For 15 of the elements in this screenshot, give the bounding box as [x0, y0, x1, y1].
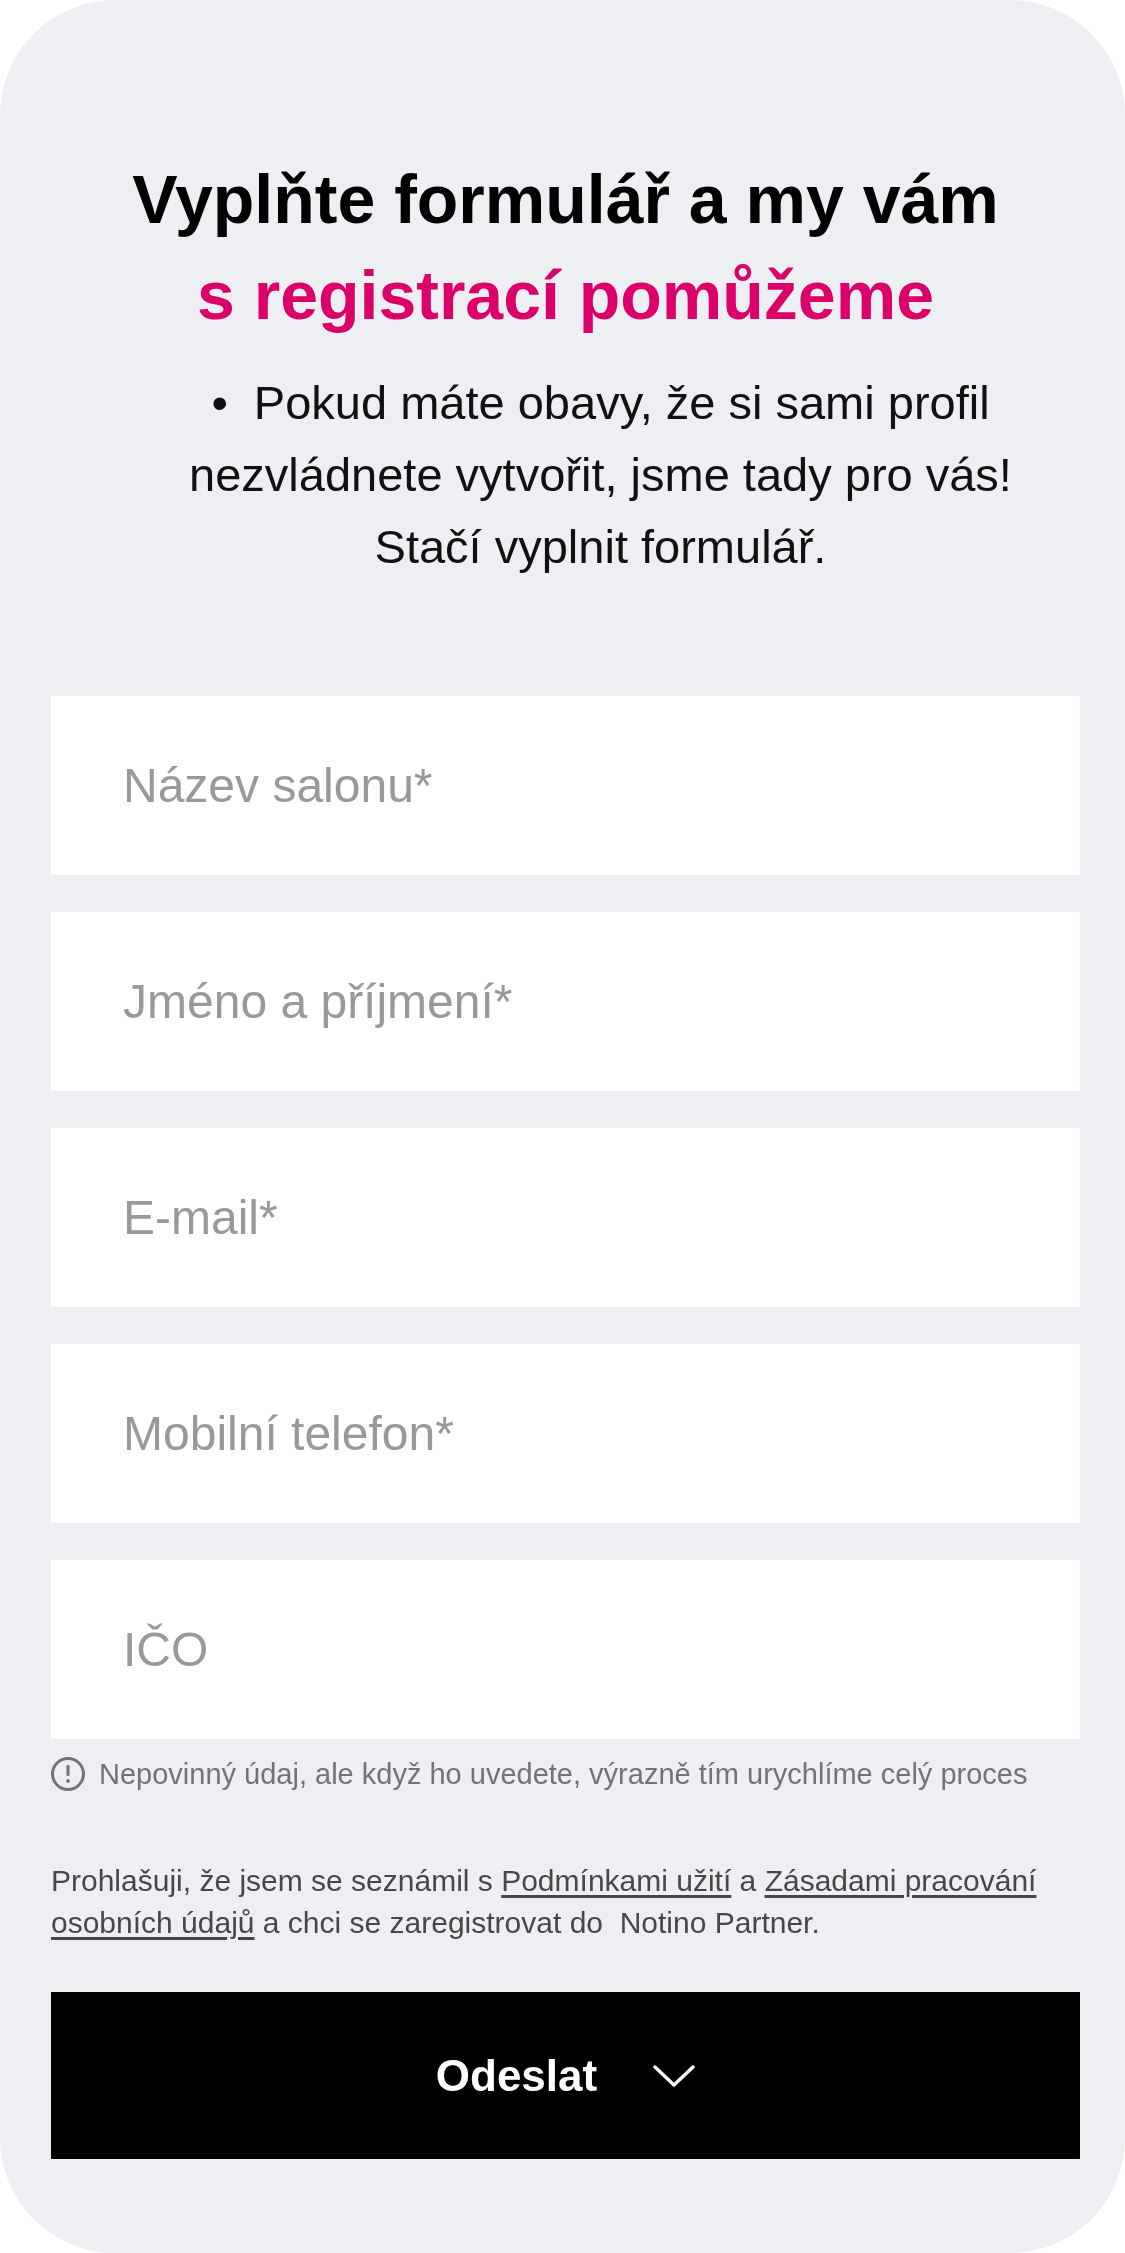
- input-field[interactable]: Jméno a příjmení*: [51, 912, 1080, 1091]
- input-field[interactable]: Mobilní telefon*: [51, 1344, 1080, 1523]
- text-link[interactable]: Zásadami pracování: [764, 1864, 1037, 1897]
- text-link[interactable]: osobních údajů: [51, 1906, 255, 1939]
- note-text: Nepovinný údaj, ale když ho uvedete, výrazně tím urychlíme celý proces: [99, 1757, 1028, 1792]
- heading: Vyplňte formulář a my vám s registrací pomůžeme: [131, 160, 1000, 335]
- input-field[interactable]: Název salonu*: [51, 696, 1080, 875]
- info-icon: [51, 1757, 85, 1791]
- submit-button[interactable]: Odeslat: [51, 1992, 1080, 2159]
- intro-text: • Pokud máte obavy, že si sami profil nezvládnete vytvořit, jsme tady pro vás! Stačí vyplnit formulář.: [188, 375, 1013, 575]
- input-field[interactable]: IČO: [51, 1560, 1080, 1739]
- input-field[interactable]: E-mail*: [51, 1128, 1080, 1307]
- chevron-down-icon: [653, 2064, 696, 2087]
- consent-text: Prohlašuji, že jsem se seznámil s Podmínkami užití a Zásadami pracování osobních údajů a chci se zaregistrovat do Notino Partner.: [51, 1863, 1038, 1941]
- text-link[interactable]: Podmínkami užití: [501, 1864, 732, 1897]
